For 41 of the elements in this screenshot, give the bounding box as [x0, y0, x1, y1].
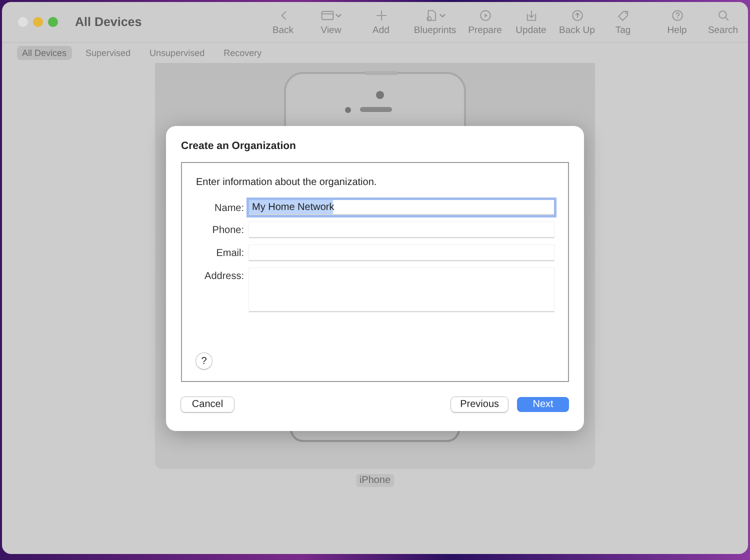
toolbar-button[interactable]: Back	[262, 8, 304, 36]
input-field[interactable]	[249, 222, 554, 238]
help-button[interactable]: ?	[196, 353, 212, 369]
toolbar-button[interactable]: Prepare	[464, 8, 506, 36]
toolbar-button[interactable]: Back Up	[556, 8, 598, 36]
toolbar-button[interactable]: Add	[360, 8, 402, 36]
dialog-title: Create an Organization	[181, 140, 297, 154]
toolbar-button[interactable]: Blueprints	[410, 8, 460, 36]
filter-tab[interactable]: Recovery	[218, 46, 267, 60]
filter-tab[interactable]: Supervised	[80, 46, 136, 60]
toolbar-button[interactable]: View	[310, 8, 352, 36]
window-title: All Devices	[75, 15, 142, 29]
device-label[interactable]: iPhone	[356, 474, 394, 487]
minimize-button[interactable]	[33, 17, 43, 27]
zoom-button[interactable]	[48, 17, 58, 27]
toolbar-button[interactable]: Update	[510, 8, 552, 36]
download-icon	[524, 8, 538, 22]
field-label: Phone:	[211, 224, 244, 236]
play-circle-icon	[478, 8, 492, 22]
filter-tab[interactable]: Unsupervised	[144, 46, 210, 60]
dialog-button[interactable]: Previous	[451, 397, 508, 412]
input-field[interactable]	[249, 245, 554, 261]
toolbar-button[interactable]: Help	[656, 8, 698, 36]
search-icon	[716, 8, 730, 22]
input-field[interactable]: My Home Network	[249, 200, 554, 215]
field-label: Address:	[204, 270, 244, 282]
description-text: Enter information about the organization.	[196, 177, 378, 188]
toolbar-button[interactable]: Tag	[602, 8, 644, 36]
field-label: Email:	[215, 247, 244, 259]
document-icon	[424, 8, 438, 22]
field-label: Name:	[214, 202, 244, 214]
tag-icon	[616, 8, 630, 22]
filter-tab[interactable]: All Devices	[17, 46, 72, 60]
window-icon	[320, 8, 334, 22]
text-area[interactable]	[249, 268, 554, 312]
dialog-button[interactable]: Next	[517, 397, 569, 412]
help-icon	[670, 8, 684, 22]
arrow-up-circle-icon	[570, 8, 584, 22]
dialog-button[interactable]: Cancel	[181, 397, 234, 412]
toolbar-button[interactable]: Search	[702, 8, 744, 36]
plus-icon	[374, 8, 388, 22]
